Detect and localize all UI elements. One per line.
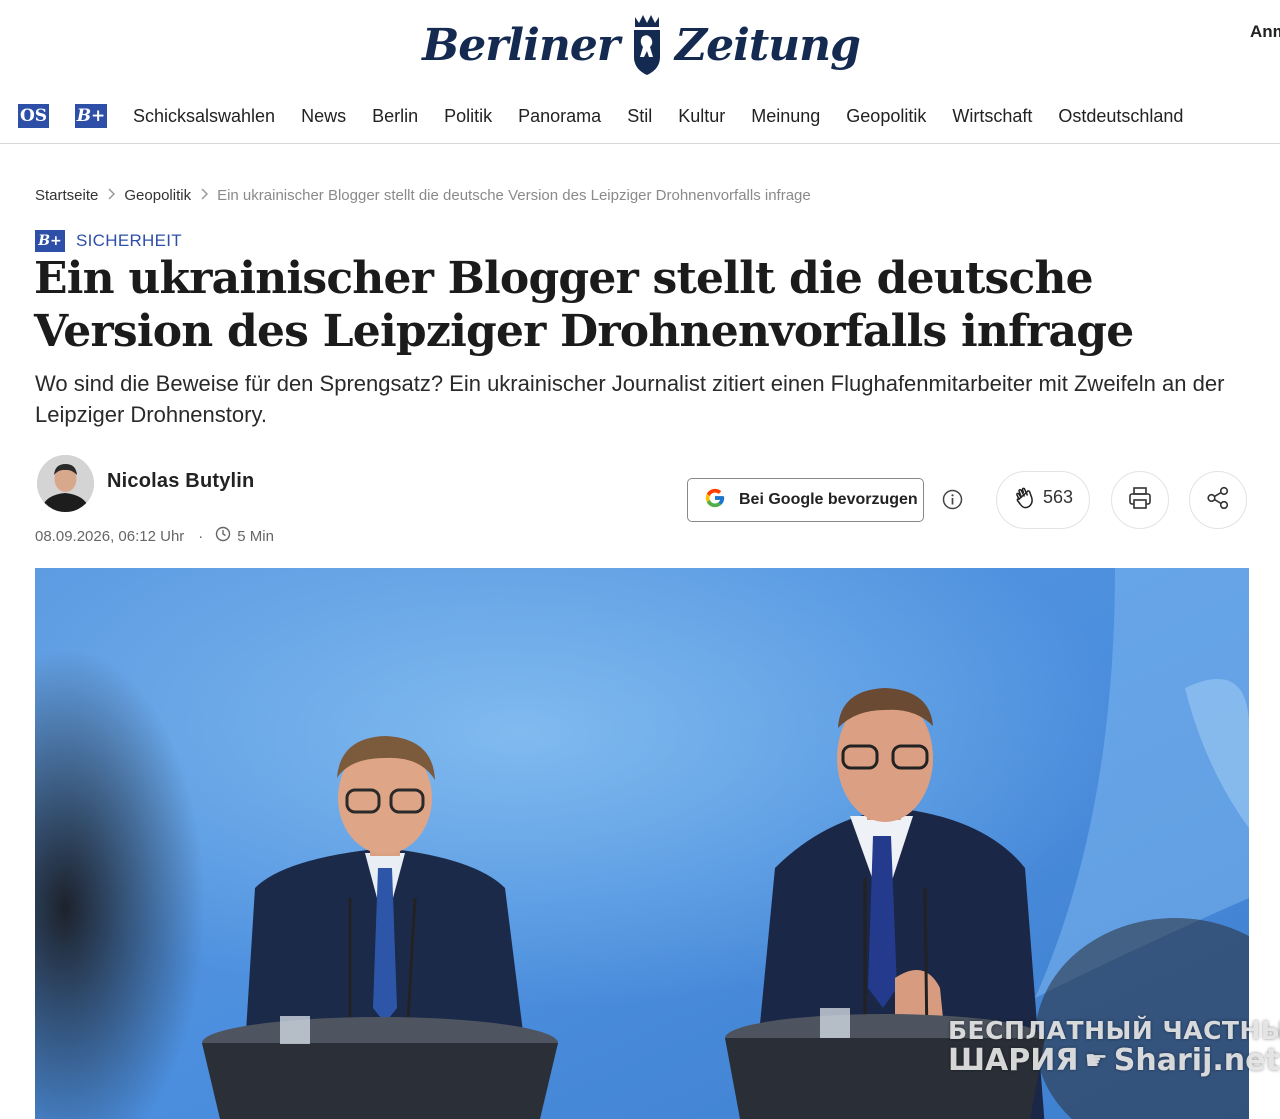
- nav-badge-os[interactable]: OS: [18, 104, 49, 128]
- logo-word-right: Zeitung: [675, 19, 861, 71]
- article-headline: Ein ukrainischer Blogger stellt die deut…: [34, 253, 1134, 357]
- logo-word-left: Berliner: [422, 19, 620, 71]
- watermark-line2-left: ШАРИЯ: [948, 1043, 1079, 1078]
- nav-item-panorama[interactable]: Panorama: [505, 106, 614, 127]
- watermark-line2: ШАРИЯ ☛ Sharij.net: [948, 1043, 1280, 1078]
- google-g-icon: [704, 487, 726, 514]
- watermark-line1: БЕСПЛАТНЫЙ ЧАСТНЫЙ: [948, 1016, 1280, 1045]
- nav-item-meinung[interactable]: Meinung: [738, 106, 833, 127]
- kicker-label[interactable]: SICHERHEIT: [76, 231, 182, 251]
- watermark: БЕСПЛАТНЫЙ ЧАСТНЫЙ ШАРИЯ ☛ Sharij.net: [948, 1016, 1280, 1078]
- chevron-right-icon: [200, 188, 209, 203]
- nav-items: Schicksalswahlen News Berlin Politik Pan…: [120, 106, 1196, 127]
- print-icon: [1127, 485, 1153, 516]
- login-link[interactable]: Anm: [1250, 22, 1280, 42]
- read-time: 5 Min: [237, 527, 274, 545]
- article-subline: Wo sind die Beweise für den Sprengsatz? …: [35, 371, 1225, 427]
- nav-item-politik[interactable]: Politik: [431, 106, 505, 127]
- article-kicker: B+ SICHERHEIT: [35, 230, 182, 252]
- bplus-badge: B+: [35, 230, 65, 252]
- breadcrumb-home[interactable]: Startseite: [35, 187, 98, 204]
- meta-separator: ·: [198, 527, 204, 545]
- clap-icon: [1013, 485, 1039, 516]
- breadcrumb-current: Ein ukrainischer Blogger stellt die deut…: [217, 187, 811, 204]
- main-navigation: OS B+ Schicksalswahlen News Berlin Polit…: [0, 96, 1280, 144]
- masthead: Berliner Zeitung Anm: [0, 0, 1280, 92]
- nav-item-berlin[interactable]: Berlin: [359, 106, 431, 127]
- google-preferred-label: Bei Google bevorzugen: [739, 491, 918, 508]
- nav-item-wirtschaft[interactable]: Wirtschaft: [939, 106, 1045, 127]
- publish-date: 08.09.2026, 06:12 Uhr: [35, 527, 185, 545]
- watermark-line2-right: Sharij.net: [1113, 1043, 1280, 1078]
- article-meta: 08.09.2026, 06:12 Uhr · 5 Min: [35, 526, 274, 546]
- clap-button[interactable]: 563: [996, 471, 1090, 529]
- pointing-hand-icon: ☛: [1084, 1045, 1108, 1076]
- nav-item-schicksalswahlen[interactable]: Schicksalswahlen: [120, 106, 288, 127]
- nav-item-geopolitik[interactable]: Geopolitik: [833, 106, 939, 127]
- author-avatar[interactable]: [37, 455, 94, 512]
- nav-item-kultur[interactable]: Kultur: [665, 106, 738, 127]
- print-button[interactable]: [1111, 471, 1169, 529]
- crest-icon: [629, 13, 665, 77]
- nav-item-stil[interactable]: Stil: [614, 106, 665, 127]
- share-button[interactable]: [1189, 471, 1247, 529]
- info-icon[interactable]: [942, 489, 963, 510]
- clap-count: 563: [1042, 486, 1074, 507]
- nav-item-news[interactable]: News: [288, 106, 359, 127]
- share-icon: [1205, 485, 1231, 516]
- google-preferred-button[interactable]: Bei Google bevorzugen: [687, 478, 924, 522]
- nav-item-ostdeutschland[interactable]: Ostdeutschland: [1045, 106, 1196, 127]
- author-name[interactable]: Nicolas Butylin: [107, 470, 254, 493]
- site-logo[interactable]: Berliner Zeitung: [422, 10, 861, 80]
- nav-badge-bplus[interactable]: B+: [75, 104, 107, 128]
- breadcrumb: Startseite Geopolitik Ein ukrainischer B…: [35, 187, 811, 204]
- clock-icon: [215, 526, 231, 546]
- breadcrumb-section[interactable]: Geopolitik: [124, 187, 191, 204]
- chevron-right-icon: [107, 188, 116, 203]
